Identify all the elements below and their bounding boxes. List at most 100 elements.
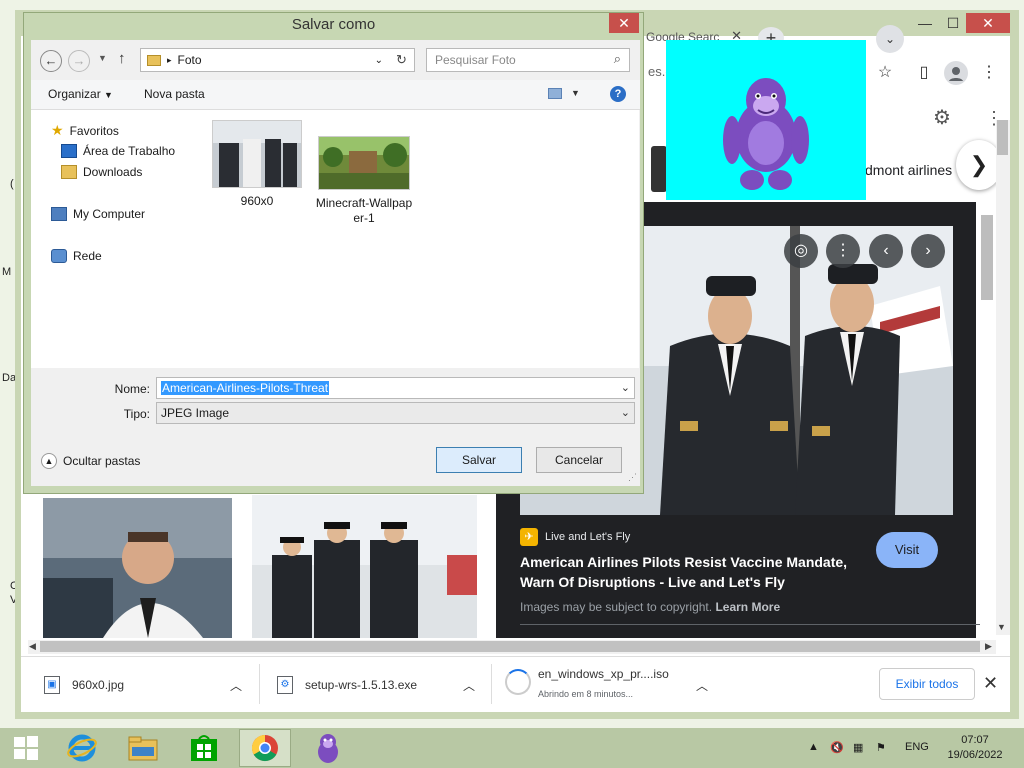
recent-locations-dropdown-icon[interactable]: ▼ [98, 53, 107, 63]
volume-muted-icon[interactable]: 🔇 [830, 741, 844, 754]
more-options-icon[interactable]: ⋮ [826, 234, 860, 268]
hide-folders-label: Ocultar pastas [63, 454, 141, 468]
result-image-thumbnail[interactable] [43, 498, 232, 638]
nav-label: Downloads [83, 165, 143, 179]
file-thumbnail [212, 120, 302, 188]
network-status-icon[interactable]: ▦ [853, 741, 863, 754]
copyright-text: Images may be subject to copyright. [520, 600, 713, 614]
show-hidden-icons-icon[interactable]: ▲ [808, 741, 819, 753]
file-item[interactable]: 960x0 [207, 120, 307, 209]
bonzi-buddy-taskbar-icon[interactable] [302, 729, 354, 767]
vertical-scrollbar[interactable] [996, 120, 1010, 635]
breadcrumb-separator: ▸ [167, 54, 172, 65]
visit-button[interactable]: Visit [876, 532, 938, 568]
result-source[interactable]: ✈ Live and Let's Fly [520, 528, 630, 546]
bonzi-buddy-window[interactable] [666, 40, 866, 200]
scrollbar-thumb[interactable] [997, 120, 1008, 155]
back-arrow-icon[interactable]: ← [40, 50, 62, 72]
scroll-down-arrow-icon[interactable]: ▼ [997, 622, 1006, 632]
result-image-thumbnail[interactable] [252, 495, 477, 638]
previous-image-icon[interactable]: ‹ [869, 234, 903, 268]
save-button[interactable]: Salvar [436, 447, 522, 473]
side-panel-icon[interactable]: ▯ [912, 61, 936, 85]
folder-search-input[interactable]: Pesquisar Foto ⌕ [426, 48, 630, 72]
tab-search-button[interactable]: ⌄ [876, 25, 904, 53]
internet-explorer-icon[interactable] [56, 729, 108, 767]
chevron-up-icon[interactable]: ︿ [696, 677, 708, 694]
chevron-down-icon: ▼ [104, 90, 113, 100]
download-filename: setup-wrs-1.5.13.exe [305, 678, 418, 692]
desktop-text-fragment: Da [2, 372, 17, 384]
horizontal-scrollbar-thumb[interactable] [40, 641, 980, 652]
path-dropdown-icon[interactable]: ⌄ [375, 55, 383, 66]
system-clock[interactable]: 07:07 19/06/2022 [940, 733, 1010, 763]
minimize-button[interactable]: — [910, 13, 940, 33]
view-dropdown-icon[interactable]: ▼ [571, 88, 580, 98]
settings-gear-icon[interactable]: ⚙ [930, 106, 954, 130]
result-title-link[interactable]: American Airlines Pilots Resist Vaccine … [520, 552, 870, 592]
related-image-thumbnail[interactable] [651, 146, 667, 192]
file-item[interactable]: Minecraft-Wallpaper-1 [314, 120, 414, 226]
divider [520, 624, 980, 625]
file-type-select[interactable]: JPEG Image ⌄ [156, 402, 635, 424]
nav-desktop[interactable]: Área de Trabalho [61, 144, 175, 158]
chevron-up-icon: ▲ [41, 453, 57, 469]
search-placeholder: Pesquisar Foto [435, 53, 516, 67]
store-icon[interactable] [178, 729, 230, 767]
nav-computer[interactable]: My Computer [51, 207, 145, 221]
chevron-down-icon[interactable]: ⌄ [621, 406, 630, 419]
show-all-downloads-button[interactable]: Exibir todos [879, 668, 975, 700]
file-explorer-icon[interactable] [117, 729, 169, 767]
new-folder-button[interactable]: Nova pasta [144, 87, 205, 101]
star-icon: ★ [51, 122, 64, 138]
start-button[interactable] [0, 729, 52, 767]
network-icon [51, 249, 67, 263]
nav-favorites[interactable]: ★ Favoritos [51, 122, 119, 139]
nav-downloads[interactable]: Downloads [61, 165, 142, 179]
nav-label: Rede [73, 249, 102, 263]
breadcrumb-folder[interactable]: Foto [178, 53, 202, 67]
name-label: Nome: [114, 382, 150, 396]
up-arrow-icon[interactable]: ↑ [118, 50, 126, 67]
window-close-button[interactable]: ✕ [966, 13, 1010, 33]
dialog-close-button[interactable]: ✕ [609, 13, 639, 33]
organize-menu[interactable]: Organizar ▼ [48, 87, 113, 101]
download-item[interactable]: ⚙ setup-wrs-1.5.13.exe [277, 668, 417, 702]
download-separator [491, 664, 492, 704]
view-options-icon[interactable] [548, 88, 562, 99]
search-icon: ⌕ [613, 51, 621, 66]
input-language[interactable]: ENG [905, 741, 929, 753]
file-name-input[interactable]: American-Airlines-Pilots-Threat ⌄ [156, 377, 635, 399]
forward-arrow-icon[interactable]: → [68, 50, 90, 72]
related-search-chip[interactable]: dmont airlines [865, 162, 952, 178]
chevron-up-icon[interactable]: ︿ [463, 677, 475, 694]
bookmark-star-icon[interactable]: ☆ [873, 61, 897, 85]
learn-more-link[interactable]: Learn More [715, 600, 780, 614]
profile-avatar-icon[interactable] [944, 61, 968, 85]
image-file-icon: ▣ [44, 676, 60, 694]
download-filename[interactable]: en_windows_xp_pr....iso [538, 667, 669, 681]
nav-network[interactable]: Rede [51, 249, 102, 263]
organize-label: Organizar [48, 87, 101, 101]
installer-file-icon: ⚙ [277, 676, 293, 694]
hide-folders-toggle[interactable]: ▲ Ocultar pastas [41, 453, 140, 469]
chrome-menu-icon[interactable]: ⋮ [977, 61, 1001, 85]
action-center-icon[interactable]: ⚑ [876, 741, 886, 754]
maximize-button[interactable]: ☐ [938, 13, 968, 33]
download-item[interactable]: ▣ 960x0.jpg [44, 668, 124, 702]
download-filename: 960x0.jpg [72, 678, 125, 692]
lens-search-icon[interactable]: ◎ [784, 234, 818, 268]
scroll-right-arrow-icon[interactable]: ▶ [985, 641, 992, 652]
resize-grip-icon[interactable]: ⋰ [628, 472, 637, 483]
close-download-bar-icon[interactable]: ✕ [983, 673, 998, 694]
help-icon[interactable]: ? [610, 86, 626, 102]
refresh-icon[interactable]: ↻ [389, 48, 415, 72]
scroll-left-arrow-icon[interactable]: ◀ [29, 641, 36, 652]
chevron-down-icon[interactable]: ⌄ [621, 381, 630, 394]
chevron-up-icon[interactable]: ︿ [230, 677, 242, 694]
preview-scrollbar-thumb[interactable] [981, 215, 993, 300]
chrome-taskbar-icon[interactable] [239, 729, 291, 767]
cancel-button[interactable]: Cancelar [536, 447, 622, 473]
path-bar[interactable]: ▸ Foto ⌄ [140, 48, 390, 72]
next-image-icon[interactable]: › [911, 234, 945, 268]
